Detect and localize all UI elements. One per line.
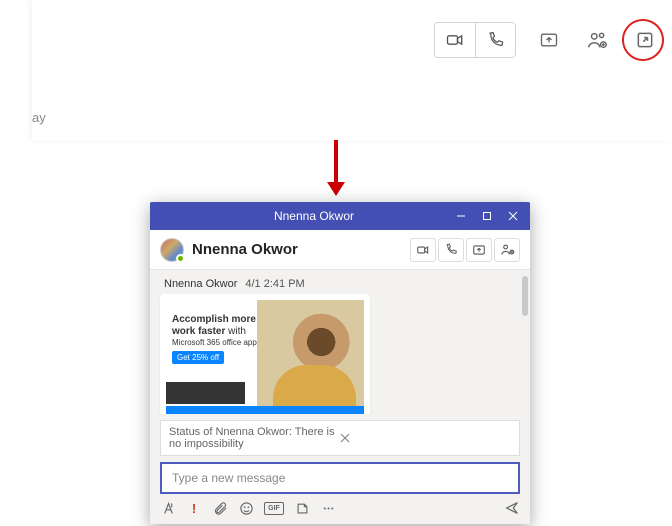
message-author: Nnenna Okwor	[164, 278, 237, 290]
chat-contact-name: Nnenna Okwor	[192, 241, 402, 258]
header-video-call-button[interactable]	[410, 238, 436, 262]
header-audio-call-button[interactable]	[438, 238, 464, 262]
call-button-group	[434, 22, 516, 58]
close-icon	[340, 433, 350, 443]
window-minimize-button[interactable]	[448, 202, 474, 230]
paperclip-icon	[213, 501, 228, 516]
status-banner: Status of Nnenna Okwor: There is no impo…	[160, 420, 520, 456]
composer-area: Status of Nnenna Okwor: There is no impo…	[150, 414, 530, 524]
scrollbar-thumb[interactable]	[522, 276, 528, 316]
compose-input[interactable]	[170, 470, 510, 486]
share-screen-icon	[539, 30, 559, 50]
emoji-button[interactable]	[238, 500, 254, 516]
share-screen-button[interactable]	[534, 25, 564, 55]
compose-box[interactable]	[160, 462, 520, 494]
scrollbar[interactable]	[522, 276, 528, 408]
promo-line3: Microsoft 365 office apps	[172, 338, 261, 347]
chat-header: Nnenna Okwor	[150, 230, 530, 270]
message-list[interactable]: Nnenna Okwor 4/1 2:41 PM digitalskillup …	[150, 270, 530, 414]
maximize-icon	[482, 211, 492, 221]
promo-text-block: Accomplish more work faster with Microso…	[172, 314, 263, 364]
compose-toolbar: ! GIF	[160, 494, 520, 516]
status-text: Status of Nnenna Okwor: There is no impo…	[169, 426, 340, 450]
format-button[interactable]	[160, 500, 176, 516]
phone-icon	[487, 31, 505, 49]
emoji-icon	[239, 501, 254, 516]
window-close-button[interactable]	[500, 202, 526, 230]
status-dismiss-button[interactable]	[340, 433, 511, 443]
promo-chip: Get 25% off	[172, 351, 224, 364]
arrow-head-down-icon	[327, 182, 345, 196]
message-meta: Nnenna Okwor 4/1 2:41 PM	[164, 278, 520, 290]
popout-icon	[635, 30, 655, 50]
top-toolbar	[434, 22, 660, 58]
promo-line1: Accomplish more	[172, 314, 263, 326]
promo-line2-suffix: with	[225, 326, 246, 337]
popout-button-highlight	[630, 25, 660, 55]
people-add-icon	[586, 29, 608, 51]
phone-icon	[445, 243, 458, 256]
sticker-icon	[295, 501, 310, 516]
popout-chat-button[interactable]	[630, 25, 660, 55]
message-timestamp: 4/1 2:41 PM	[245, 278, 304, 290]
promo-image: digitalskillup Accomplish more work fast…	[166, 300, 364, 414]
promo-footer-blue	[166, 406, 364, 414]
video-icon	[416, 243, 430, 257]
attach-button[interactable]	[212, 500, 228, 516]
promo-footer-dark	[166, 382, 245, 404]
promo-line2: work faster	[172, 326, 225, 337]
truncated-day-label: ay	[32, 110, 46, 125]
more-icon	[321, 501, 336, 516]
header-share-screen-button[interactable]	[466, 238, 492, 262]
arrow-shaft	[334, 140, 338, 182]
video-icon	[445, 30, 465, 50]
window-title: Nnenna Okwor	[180, 209, 448, 223]
close-icon	[508, 211, 518, 221]
minimize-icon	[456, 211, 466, 221]
add-people-button[interactable]	[582, 25, 612, 55]
instruction-arrow	[327, 140, 345, 196]
send-icon	[504, 499, 520, 517]
gif-button[interactable]: GIF	[264, 502, 284, 515]
people-add-icon	[500, 242, 515, 257]
popout-chat-window: Nnenna Okwor Nnenna Okwor	[150, 202, 530, 524]
sticker-button[interactable]	[294, 500, 310, 516]
top-chat-header-panel: ay	[32, 0, 672, 140]
audio-call-button[interactable]	[475, 23, 515, 57]
video-call-button[interactable]	[435, 23, 475, 57]
more-button[interactable]	[320, 500, 336, 516]
priority-button[interactable]: !	[186, 500, 202, 516]
window-titlebar[interactable]: Nnenna Okwor	[150, 202, 530, 230]
header-add-people-button[interactable]	[494, 238, 520, 262]
avatar[interactable]	[160, 238, 184, 262]
presence-available-icon	[176, 254, 185, 263]
window-maximize-button[interactable]	[474, 202, 500, 230]
format-icon	[161, 501, 176, 516]
message-bubble[interactable]: digitalskillup Accomplish more work fast…	[160, 294, 370, 414]
chat-header-actions	[410, 238, 520, 262]
share-screen-icon	[472, 243, 486, 257]
send-button[interactable]	[504, 500, 520, 516]
